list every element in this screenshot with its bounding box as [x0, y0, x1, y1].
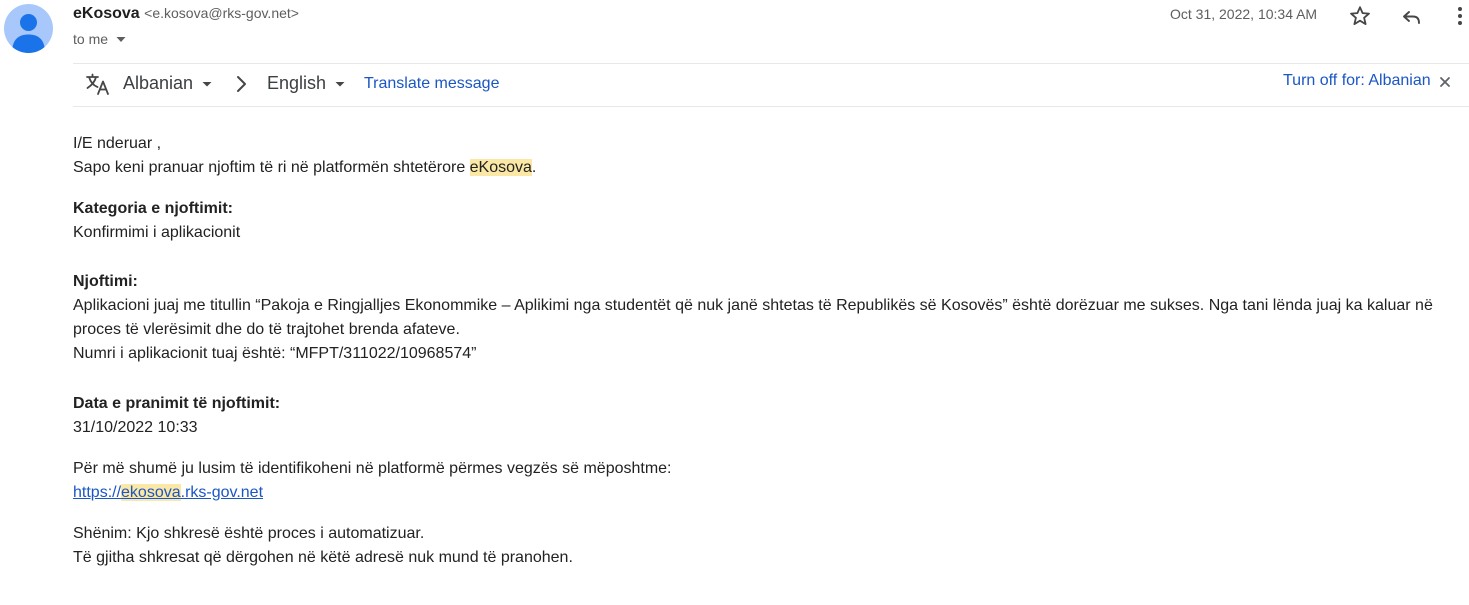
target-language-label: English	[267, 73, 327, 93]
info-block: Për më shumë ju lusim të identifikoheni …	[73, 457, 1463, 505]
translate-bar: Albanian English Translate message Turn …	[73, 63, 1469, 107]
intro-text-end: .	[531, 159, 537, 176]
person-avatar-icon[interactable]	[4, 4, 53, 53]
translate-message-link[interactable]: Translate message	[364, 75, 499, 93]
chevron-down-icon	[201, 78, 213, 90]
to-label: to me	[73, 31, 109, 47]
greeting: I/E nderuar ,	[73, 135, 162, 152]
note-block: Shënim: Kjo shkresë është proces i autom…	[73, 522, 1463, 570]
receipt-date-block: Data e pranimit të njoftimit: 31/10/2022…	[73, 392, 1463, 440]
intro-text-start: Sapo keni pranuar njoftim të ri në platf…	[73, 159, 470, 176]
recipient-details-toggle[interactable]: to me	[73, 31, 128, 47]
category-value: Konfirmimi i aplikacionit	[73, 224, 241, 241]
star-icon	[1348, 4, 1372, 28]
greeting-block: I/E nderuar , Sapo keni pranuar njoftim …	[73, 132, 1463, 180]
notice-block: Njoftimi: Aplikacioni juaj me titullin “…	[73, 270, 1463, 366]
reply-icon	[1399, 4, 1423, 28]
chevron-right-icon	[233, 74, 249, 94]
intro-text: Sapo keni pranuar njoftim të ri në platf…	[73, 156, 1463, 180]
application-number: Numri i aplikacionit tuaj është: “MFPT/3…	[73, 345, 477, 362]
star-button[interactable]	[1346, 2, 1374, 30]
receipt-date-value: 31/10/2022 10:33	[73, 419, 198, 436]
sender-name[interactable]: eKosova	[73, 5, 140, 22]
category-label: Kategoria e njoftimit:	[73, 200, 234, 217]
link-highlight: ekosova	[121, 484, 181, 501]
ekosova-link[interactable]: https://ekosova.rks-gov.net	[73, 484, 263, 501]
reply-button[interactable]	[1397, 2, 1425, 30]
notice-line: Aplikacioni juaj me titullin “Pakoja e R…	[73, 297, 1433, 314]
intro-highlight: eKosova	[469, 159, 532, 176]
more-vert-icon	[1457, 5, 1463, 27]
info-text: Për më shumë ju lusim të identifikoheni …	[73, 460, 672, 477]
source-language-label: Albanian	[123, 73, 194, 93]
chevron-down-icon	[334, 78, 346, 90]
link-suffix: .rks-gov.net	[180, 484, 264, 501]
notice-label: Njoftimi:	[73, 273, 138, 290]
chevron-down-icon	[114, 32, 128, 46]
note-line: Të gjitha shkresat që dërgohen në këtë a…	[73, 549, 573, 566]
more-options-button[interactable]	[1450, 2, 1469, 30]
note-line: Shënim: Kjo shkresë është proces i autom…	[73, 525, 425, 542]
category-block: Kategoria e njoftimit: Konfirmimi i apli…	[73, 197, 1463, 245]
source-language-select[interactable]: Albanian	[123, 73, 213, 94]
sender-line: eKosova <e.kosova@rks-gov.net>	[73, 5, 299, 23]
translate-icon	[85, 72, 111, 96]
link-prefix: https://	[73, 484, 122, 501]
notice-line: proces të vlerësimit dhe do të trajtohet…	[73, 321, 460, 338]
sender-email: <e.kosova@rks-gov.net>	[144, 5, 299, 21]
close-icon[interactable]	[1439, 76, 1451, 88]
turn-off-translation-link[interactable]: Turn off for: Albanian	[1283, 72, 1431, 90]
target-language-select[interactable]: English	[267, 73, 346, 94]
message-date: Oct 31, 2022, 10:34 AM	[1170, 6, 1318, 22]
receipt-date-label: Data e pranimit të njoftimit:	[73, 395, 281, 412]
